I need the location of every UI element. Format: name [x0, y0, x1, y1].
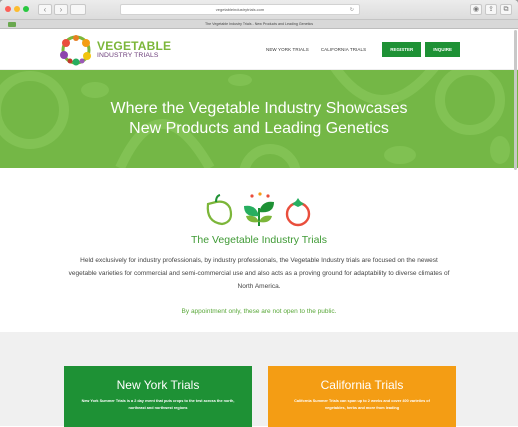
address-url: vegetableindustrytrials.com: [215, 7, 265, 12]
tab-bar: The Vegetable Industry Trials - New Prod…: [0, 20, 518, 29]
card-title: California Trials: [320, 378, 404, 392]
register-button[interactable]: REGISTER: [382, 42, 422, 57]
nav-california-trials[interactable]: CALIFORNIA TRIALS: [321, 47, 366, 52]
intro-description: Held exclusively for industry profession…: [68, 257, 450, 290]
inquire-button[interactable]: INQUIRE: [425, 42, 460, 57]
back-arrow-icon[interactable]: ‹: [38, 4, 52, 15]
downloads-icon[interactable]: ◉: [470, 4, 482, 15]
browser-toolbar: ‹ › vegetableindustrytrials.com ↻ ◉ ⇪ ⧉: [0, 0, 518, 20]
pepper-icon: [206, 194, 233, 226]
logo-subtitle: INDUSTRY TRIALS: [97, 52, 159, 60]
favicon-icon: [8, 22, 16, 27]
site-logo[interactable]: VEGETABLE INDUSTRY TRIALS: [58, 34, 171, 66]
card-text: New York Summer Trials is a 2 day event …: [81, 399, 235, 410]
tab-title[interactable]: The Vegetable Industry Trials - New Prod…: [205, 22, 313, 26]
logo-title: VEGETABLE: [97, 39, 172, 54]
trials-cards-section: New York Trials New York Summer Trials i…: [0, 332, 518, 427]
card-title: New York Trials: [116, 378, 200, 392]
new-york-trials-card[interactable]: New York Trials New York Summer Trials i…: [64, 366, 252, 427]
intro-section: The Vegetable Industry Trials Held exclu…: [0, 168, 518, 332]
history-buttons: ‹ ›: [38, 4, 68, 15]
tabs-overview-icon[interactable]: ⧉: [500, 4, 512, 15]
forward-arrow-icon[interactable]: ›: [54, 4, 68, 15]
california-trials-card[interactable]: California Trials California Summer Tria…: [268, 366, 456, 427]
seedling-icon: [244, 192, 274, 226]
hero-line-2: New Products and Leading Genetics: [129, 120, 389, 137]
main-nav: NEW YORK TRIALS CALIFORNIA TRIALS REGIST…: [266, 42, 460, 57]
address-bar[interactable]: vegetableindustrytrials.com ↻: [120, 4, 360, 15]
hero-banner: Where the Vegetable Industry Showcases N…: [0, 70, 518, 168]
page-scrollbar[interactable]: [514, 30, 517, 170]
hero-headline: Where the Vegetable Industry Showcases N…: [79, 99, 439, 139]
maximize-window-button[interactable]: [23, 6, 29, 12]
tomato-icon: [285, 198, 311, 227]
site-header: VEGETABLE INDUSTRY TRIALS NEW YORK TRIAL…: [0, 29, 518, 70]
reload-icon[interactable]: ↻: [350, 5, 354, 15]
toolbar-right-buttons: ◉ ⇪ ⧉: [470, 4, 512, 15]
nav-new-york-trials[interactable]: NEW YORK TRIALS: [266, 47, 309, 52]
card-text: California Summer Trials can span up to …: [294, 399, 430, 410]
window-controls: [5, 6, 29, 12]
vegetable-wreath-logo-icon: [60, 35, 91, 66]
browser-window: ‹ › vegetableindustrytrials.com ↻ ◉ ⇪ ⧉ …: [0, 0, 518, 427]
close-window-button[interactable]: [5, 6, 11, 12]
share-icon[interactable]: ⇪: [485, 4, 497, 15]
vegetables-illustration: [206, 192, 311, 227]
sidebar-toggle-icon[interactable]: [70, 4, 86, 15]
minimize-window-button[interactable]: [14, 6, 20, 12]
intro-heading: The Vegetable Industry Trials: [191, 234, 327, 246]
appointment-note: By appointment only, these are not open …: [181, 308, 337, 315]
hero-line-1: Where the Vegetable Industry Showcases: [110, 100, 408, 117]
